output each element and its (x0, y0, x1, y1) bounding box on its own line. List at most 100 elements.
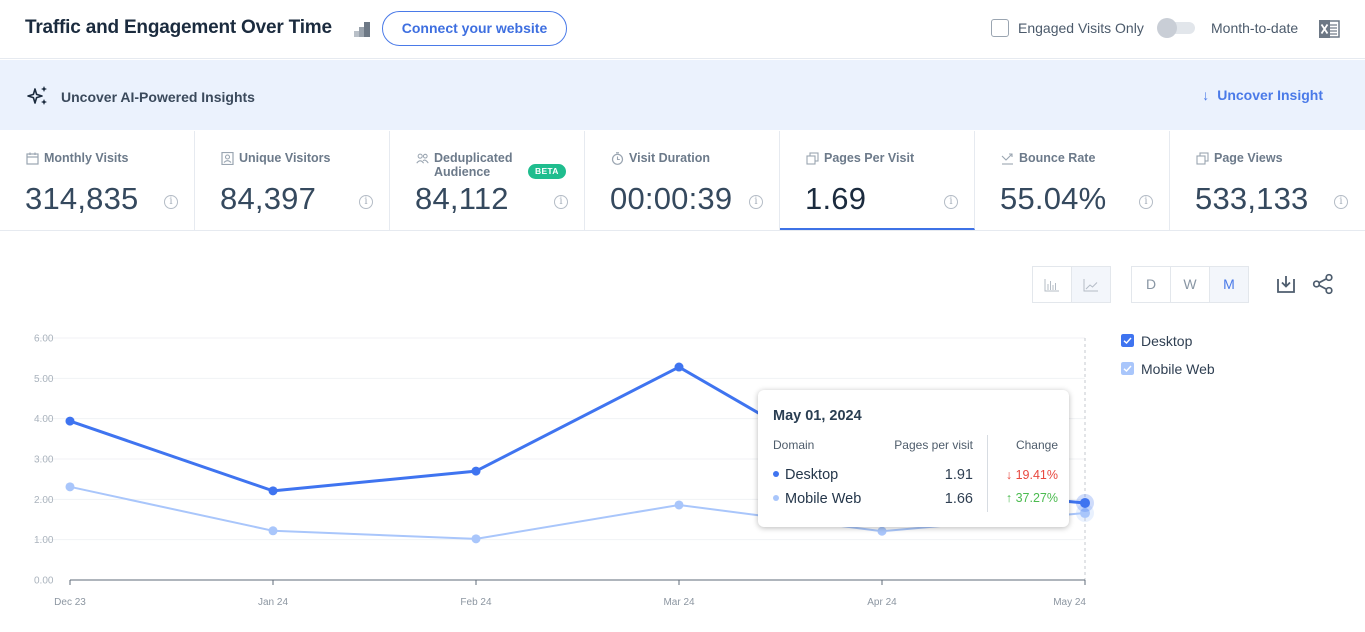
sparkle-icon (27, 86, 47, 105)
tooltip-col-metric: Pages per visit (894, 438, 973, 452)
share-icon[interactable] (1312, 273, 1334, 295)
uncover-insight-button[interactable]: ↓ Uncover Insight (1202, 87, 1323, 103)
data-point (674, 362, 684, 372)
tooltip-col-change: Change (1015, 438, 1058, 452)
metric-value: 00:00:39 (610, 181, 733, 216)
y-tick-label: 4.00 (34, 414, 54, 425)
metric-value: 1.69 (805, 181, 867, 216)
info-icon[interactable]: i (164, 195, 178, 209)
month-to-date-toggle[interactable] (1157, 18, 1197, 38)
metric-label: Page Views (1214, 151, 1283, 165)
x-tick-label: Mar 24 (663, 597, 695, 608)
header: Traffic and Engagement Over Time Connect… (0, 0, 1365, 59)
metrics-row: Monthly Visits 314,835 i Unique Visitors… (0, 131, 1365, 231)
y-tick-label: 1.00 (34, 535, 54, 546)
excel-export-icon[interactable] (1318, 18, 1340, 40)
metric-value: 314,835 (25, 181, 139, 216)
series-dot-icon (773, 495, 779, 502)
metric-label: Visit Duration (629, 151, 711, 165)
legend-label: Mobile Web (1141, 361, 1215, 377)
data-point (65, 482, 75, 492)
metric-deduplicated-audience[interactable]: Deduplicated Audience BETA 84,112 i (390, 131, 585, 230)
y-tick-label: 3.00 (34, 455, 54, 466)
info-icon[interactable]: i (1334, 195, 1348, 209)
tooltip-change: ↓ 19.41% (1006, 468, 1058, 482)
bar-chart-button[interactable] (1032, 266, 1072, 303)
data-point (877, 526, 887, 536)
person-card-icon (221, 152, 234, 165)
ai-insights-label: Uncover AI-Powered Insights (61, 89, 255, 105)
tooltip-series-name: Desktop (785, 467, 839, 483)
beta-badge: BETA (528, 164, 566, 179)
stopwatch-icon (611, 152, 624, 165)
metric-monthly-visits[interactable]: Monthly Visits 314,835 i (0, 131, 195, 230)
metric-label: Unique Visitors (239, 151, 331, 165)
y-tick-label: 6.00 (34, 334, 54, 345)
connect-website-button[interactable]: Connect your website (382, 11, 567, 46)
info-icon[interactable]: i (359, 195, 373, 209)
metric-pages-per-visit[interactable]: Pages Per Visit 1.69 i (780, 131, 975, 230)
toggle-knob (1157, 18, 1177, 38)
y-tick-label: 2.00 (34, 495, 54, 506)
info-icon[interactable]: i (749, 195, 763, 209)
y-axis-ticks: 0.00 1.00 2.00 3.00 4.00 5.00 6.00 (34, 334, 54, 587)
arrow-down-icon: ↓ (1202, 87, 1210, 103)
data-point (268, 526, 278, 536)
metric-value: 533,133 (1195, 181, 1309, 216)
metric-label: Deduplicated Audience (434, 151, 513, 179)
tooltip-row-desktop: Desktop (773, 467, 838, 483)
metric-bounce-rate[interactable]: Bounce Rate 55.04% i (975, 131, 1170, 230)
x-tick-label: Dec 23 (54, 597, 86, 608)
page-title: Traffic and Engagement Over Time (25, 17, 332, 38)
bar-chart-icon (1044, 279, 1059, 292)
data-point (674, 500, 684, 510)
tooltip-change: ↑ 37.27% (1006, 491, 1058, 505)
info-icon[interactable]: i (1139, 195, 1153, 209)
series-dot-icon (773, 471, 779, 478)
checkbox-checked-icon[interactable] (1121, 334, 1134, 347)
metric-page-views[interactable]: Page Views 533,133 i (1170, 131, 1365, 230)
metric-unique-visitors[interactable]: Unique Visitors 84,397 i (195, 131, 390, 230)
ai-insights-bar: Uncover AI-Powered Insights ↓ Uncover Ins… (0, 60, 1365, 130)
y-tick-label: 0.00 (34, 576, 54, 587)
info-icon[interactable]: i (554, 195, 568, 209)
tooltip-divider (987, 435, 988, 512)
bounce-icon (1001, 153, 1013, 165)
x-tick-label: Jan 24 (258, 597, 288, 608)
arrow-down-icon: ↓ (1005, 468, 1013, 482)
granularity-week-button[interactable]: W (1170, 266, 1210, 303)
x-tick-label: Apr 24 (867, 597, 897, 608)
pages-icon (806, 152, 819, 165)
metric-label: Bounce Rate (1019, 151, 1096, 165)
metric-value: 55.04% (1000, 181, 1107, 216)
line-chart-button[interactable] (1071, 266, 1111, 303)
metric-label: Pages Per Visit (824, 151, 915, 165)
data-point (65, 416, 75, 426)
calendar-icon (26, 152, 39, 165)
metric-label: Monthly Visits (44, 151, 129, 165)
metric-visit-duration[interactable]: Visit Duration 00:00:39 i (585, 131, 780, 230)
tooltip-col-domain: Domain (773, 438, 815, 452)
info-icon[interactable]: i (944, 195, 958, 209)
engaged-visits-checkbox[interactable] (991, 19, 1009, 37)
chart-tooltip: May 01, 2024 Domain Pages per visit Chan… (758, 390, 1069, 527)
y-tick-label: 5.00 (34, 374, 54, 385)
month-to-date-label: Month-to-date (1211, 20, 1299, 36)
arrow-up-icon: ↑ (1005, 491, 1013, 505)
data-point (471, 466, 481, 476)
tooltip-row-mobile-web: Mobile Web (773, 491, 861, 507)
engaged-visits-label[interactable]: Engaged Visits Only (1018, 20, 1144, 36)
granularity-day-button[interactable]: D (1131, 266, 1171, 303)
metric-value: 84,112 (415, 181, 509, 216)
tooltip-change-value: 19.41% (1015, 468, 1058, 482)
checkbox-checked-icon[interactable] (1121, 362, 1134, 375)
tooltip-date: May 01, 2024 (773, 408, 862, 424)
x-axis: Dec 23 Jan 24 Feb 24 Mar 24 Apr 24 May 24 (54, 579, 1086, 608)
uncover-insight-label: Uncover Insight (1217, 87, 1323, 103)
line-chart-icon (1083, 279, 1098, 292)
metric-value: 84,397 (220, 181, 317, 216)
download-icon[interactable] (1276, 274, 1296, 294)
data-point (471, 534, 481, 544)
pages-icon (1196, 152, 1209, 165)
granularity-month-button[interactable]: M (1209, 266, 1249, 303)
